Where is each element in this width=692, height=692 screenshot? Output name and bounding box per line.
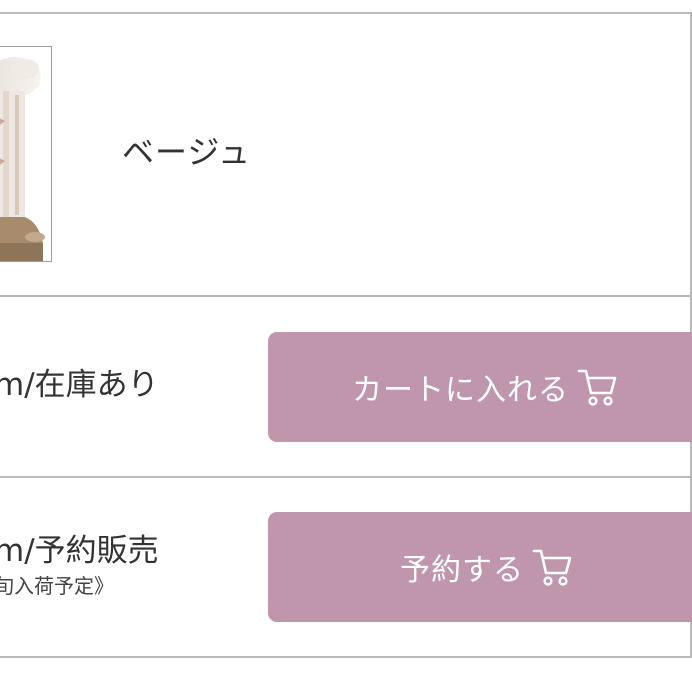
- divider-after-color: [0, 295, 692, 297]
- preorder-status-label: m/予約販売: [0, 533, 159, 569]
- add-to-cart-label: カートに入れる: [352, 373, 569, 408]
- stock-status-label: m/在庫あり: [0, 367, 159, 403]
- preorder-label: 予約する: [400, 553, 524, 588]
- color-name: ベージュ: [122, 133, 252, 171]
- cart-icon: [532, 547, 574, 587]
- product-variant-panel: ベージュ m/在庫あり カートに入れる m/予約販売 旬入荷予定》 予約する: [0, 0, 692, 692]
- arrival-schedule-note: 旬入荷予定》: [0, 574, 114, 598]
- preorder-button[interactable]: 予約する: [268, 512, 692, 622]
- product-thumbnail[interactable]: [0, 46, 52, 262]
- add-to-cart-button[interactable]: カートに入れる: [268, 332, 692, 442]
- divider-top: [0, 12, 692, 14]
- cart-icon: [577, 367, 619, 407]
- boot-image: [0, 47, 51, 261]
- divider-bottom: [0, 656, 692, 658]
- divider-after-stock: [0, 476, 692, 478]
